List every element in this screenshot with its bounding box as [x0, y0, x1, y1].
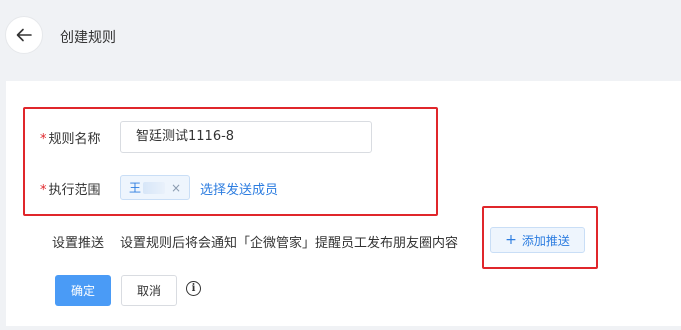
add-push-button[interactable]: + 添加推送	[490, 227, 585, 253]
page-header: 创建规则	[0, 0, 681, 74]
tag-close-icon[interactable]: ×	[171, 181, 181, 195]
page-title: 创建规则	[60, 30, 116, 46]
confirm-button[interactable]: 确定	[55, 275, 111, 306]
rule-name-input[interactable]: 智廷测试1116-8	[120, 121, 372, 153]
add-push-label: 添加推送	[521, 233, 570, 248]
blurred-name-mask	[143, 181, 166, 194]
plus-icon: +	[505, 232, 517, 248]
rule-name-label: * 规则名称	[40, 128, 101, 147]
push-label: 设置推送	[52, 236, 105, 251]
arrow-left-icon	[16, 28, 32, 42]
back-button[interactable]	[5, 16, 43, 54]
rule-name-label-text: 规则名称	[48, 132, 101, 147]
scope-label-text: 执行范围	[48, 183, 101, 198]
scope-label: * 执行范围	[40, 179, 101, 198]
cancel-button[interactable]: 取消	[121, 275, 177, 306]
push-description: 设置规则后将会通知「企微管家」提醒员工发布朋友圈内容	[120, 236, 459, 251]
info-icon[interactable]: i	[186, 281, 201, 296]
member-tag-name: 王	[129, 181, 142, 195]
member-tag: 王 ×	[120, 175, 190, 200]
select-members-link[interactable]: 选择发送成员	[200, 179, 278, 198]
required-mark: *	[40, 183, 47, 198]
required-mark: *	[40, 132, 47, 147]
